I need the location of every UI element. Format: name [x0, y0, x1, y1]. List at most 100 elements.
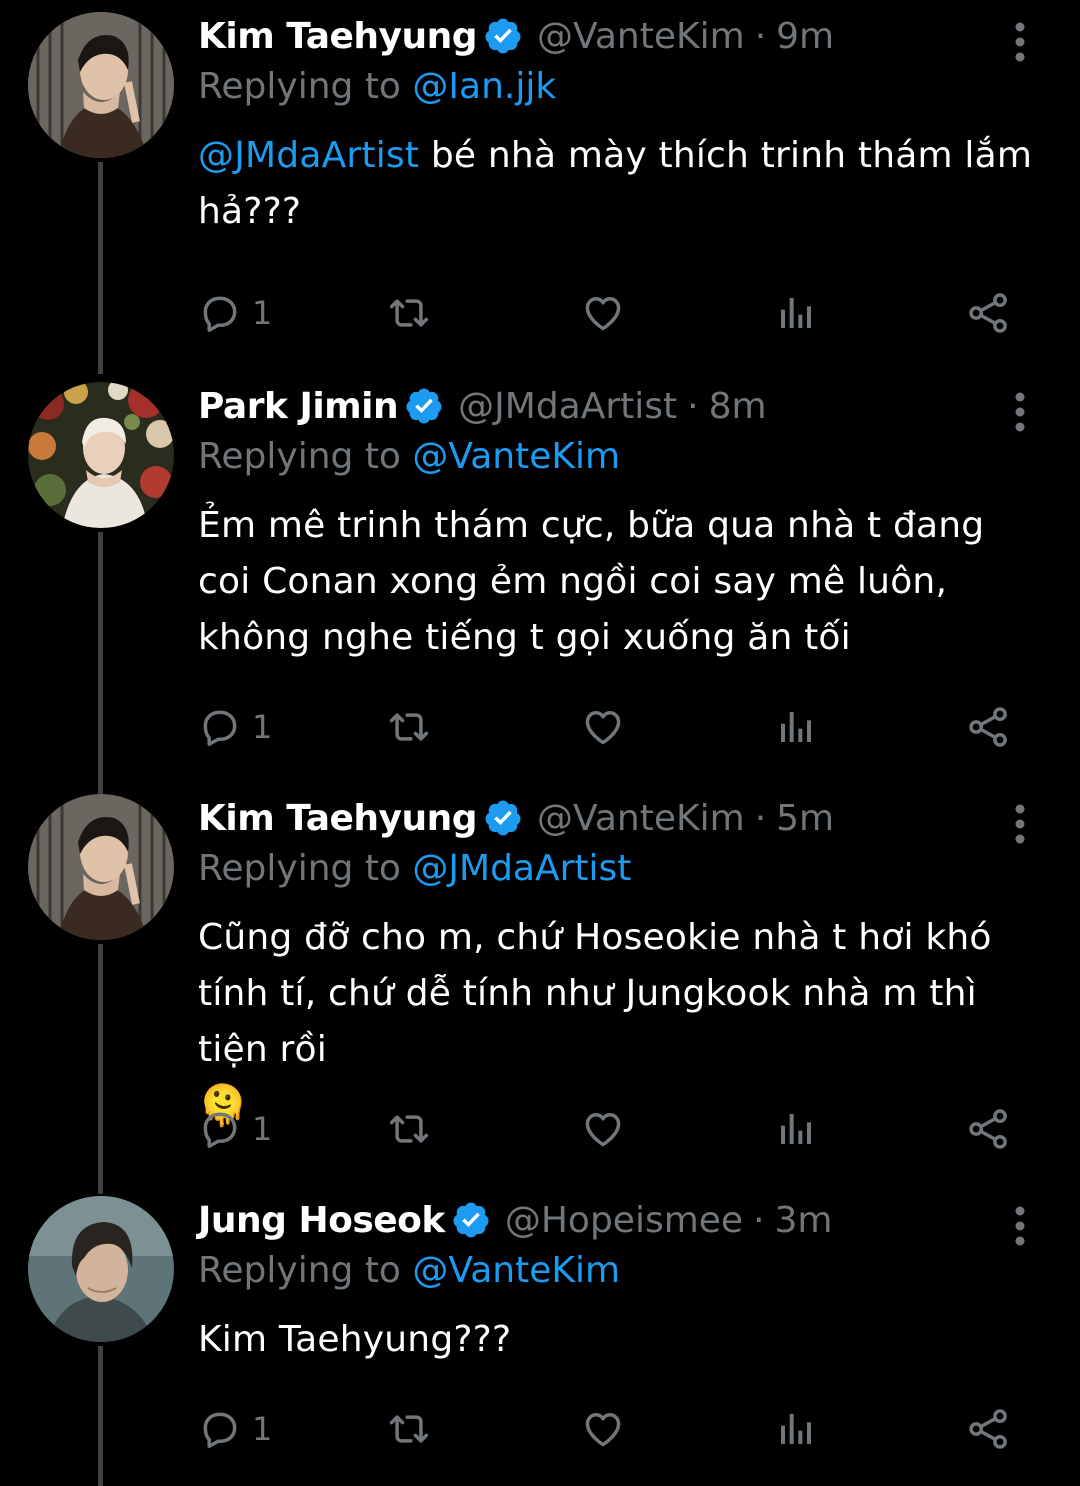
tweet-text-content: Cũng đỡ cho m, chứ Hoseokie nhà t hơi kh… — [198, 917, 992, 1070]
timestamp[interactable]: 5m — [776, 798, 834, 839]
retweet-button[interactable] — [384, 1104, 434, 1154]
replying-prefix: Replying to — [198, 848, 413, 889]
user-handle[interactable]: @Hopeismee — [505, 1200, 743, 1241]
views-icon — [776, 1107, 816, 1151]
retweet-icon — [384, 705, 434, 749]
tweet-text: Ẻm mê trinh thám cực, bữa qua nhà t đang… — [198, 498, 1048, 666]
avatar-jung-hoseok[interactable] — [28, 1196, 174, 1342]
display-name[interactable]: Jung Hoseok — [198, 1200, 445, 1241]
verified-badge-icon — [483, 16, 523, 56]
tweet[interactable]: Kim Taehyung @VanteKim · 9m Replying to … — [0, 0, 1080, 370]
replying-prefix: Replying to — [198, 436, 413, 477]
retweet-icon — [384, 1107, 434, 1151]
tweet-actions: 1 — [198, 1404, 1018, 1454]
tweet-text: Cũng đỡ cho m, chứ Hoseokie nhà t hơi kh… — [198, 910, 1048, 1136]
avatar-kim-taehyung[interactable] — [28, 794, 174, 940]
tweet-text: Kim Taehyung??? — [198, 1312, 1048, 1368]
views-button[interactable] — [776, 1104, 816, 1154]
more-icon[interactable] — [1008, 1206, 1032, 1246]
verified-badge-icon — [483, 798, 523, 838]
share-button[interactable] — [966, 288, 1012, 338]
replying-to-mention[interactable]: @JMdaArtist — [412, 848, 631, 889]
display-name[interactable]: Park Jimin — [198, 386, 399, 427]
reply-icon — [198, 291, 242, 335]
tweet-actions: 1 — [198, 1104, 1018, 1154]
heart-icon — [580, 705, 626, 749]
share-button[interactable] — [966, 1404, 1012, 1454]
more-icon[interactable] — [1008, 22, 1032, 62]
reply-count: 1 — [252, 1410, 273, 1448]
timestamp[interactable]: 9m — [776, 16, 834, 57]
reply-button[interactable]: 1 — [198, 1404, 272, 1454]
tweet-text-content: Kim Taehyung??? — [198, 1319, 512, 1360]
display-name[interactable]: Kim Taehyung — [198, 16, 478, 57]
reply-count: 1 — [252, 708, 273, 746]
reply-button[interactable]: 1 — [198, 702, 272, 752]
heart-icon — [580, 1107, 626, 1151]
views-button[interactable] — [776, 702, 816, 752]
views-button[interactable] — [776, 288, 816, 338]
verified-badge-icon — [404, 386, 444, 426]
like-button[interactable] — [580, 1104, 626, 1154]
reply-icon — [198, 1107, 242, 1151]
tweet[interactable]: Jung Hoseok @Hopeismee · 3m Replying to … — [0, 1184, 1080, 1486]
tweet-text: @JMdaArtist bé nhà mày thích trinh thám … — [198, 128, 1048, 240]
like-button[interactable] — [580, 1404, 626, 1454]
reply-icon — [198, 705, 242, 749]
retweet-button[interactable] — [384, 1404, 434, 1454]
reply-count: 1 — [252, 294, 273, 332]
replying-to: Replying to @VanteKim — [198, 1248, 1048, 1294]
like-button[interactable] — [580, 288, 626, 338]
text-mention[interactable]: @JMdaArtist — [198, 135, 419, 176]
reply-icon — [198, 1407, 242, 1451]
share-icon — [966, 1107, 1012, 1151]
share-icon — [966, 1407, 1012, 1451]
tweet-actions: 1 — [198, 702, 1018, 752]
reply-button[interactable]: 1 — [198, 1104, 272, 1154]
like-button[interactable] — [580, 702, 626, 752]
more-icon[interactable] — [1008, 804, 1032, 844]
user-handle[interactable]: @VanteKim — [537, 798, 745, 839]
separator: · — [687, 385, 699, 427]
avatar-kim-taehyung[interactable] — [28, 12, 174, 158]
tweet-actions: 1 — [198, 288, 1018, 338]
replying-to: Replying to @JMdaArtist — [198, 846, 1048, 892]
timestamp[interactable]: 3m — [775, 1200, 833, 1241]
views-icon — [776, 705, 816, 749]
heart-icon — [580, 291, 626, 335]
replying-to-mention[interactable]: @Ian.jjk — [412, 66, 556, 107]
separator: · — [753, 1199, 765, 1241]
retweet-icon — [384, 1407, 434, 1451]
tweet[interactable]: Park Jimin @JMdaArtist · 8m Replying to … — [0, 370, 1080, 782]
verified-badge-icon — [451, 1200, 491, 1240]
user-handle[interactable]: @JMdaArtist — [458, 386, 677, 427]
reply-count: 1 — [252, 1110, 273, 1148]
views-icon — [776, 291, 816, 335]
separator: · — [754, 797, 767, 839]
tweet-text-content: Ẻm mê trinh thám cực, bữa qua nhà t đang… — [198, 505, 985, 658]
retweet-button[interactable] — [384, 288, 434, 338]
retweet-button[interactable] — [384, 702, 434, 752]
reply-button[interactable]: 1 — [198, 288, 272, 338]
heart-icon — [580, 1407, 626, 1451]
display-name[interactable]: Kim Taehyung — [198, 798, 478, 839]
separator: · — [754, 15, 767, 57]
replying-to-mention[interactable]: @VanteKim — [412, 1250, 620, 1291]
replying-to: Replying to @Ian.jjk — [198, 64, 1048, 110]
replying-to-mention[interactable]: @VanteKim — [412, 436, 620, 477]
more-icon[interactable] — [1008, 392, 1032, 432]
timestamp[interactable]: 8m — [709, 386, 767, 427]
views-button[interactable] — [776, 1404, 816, 1454]
share-button[interactable] — [966, 1104, 1012, 1154]
tweet[interactable]: Kim Taehyung @VanteKim · 5m Replying to … — [0, 782, 1080, 1184]
replying-prefix: Replying to — [198, 1250, 413, 1291]
share-icon — [966, 291, 1012, 335]
share-button[interactable] — [966, 702, 1012, 752]
replying-prefix: Replying to — [198, 66, 413, 107]
views-icon — [776, 1407, 816, 1451]
replying-to: Replying to @VanteKim — [198, 434, 1048, 480]
retweet-icon — [384, 291, 434, 335]
share-icon — [966, 705, 1012, 749]
user-handle[interactable]: @VanteKim — [537, 16, 745, 57]
avatar-park-jimin[interactable] — [28, 382, 174, 528]
